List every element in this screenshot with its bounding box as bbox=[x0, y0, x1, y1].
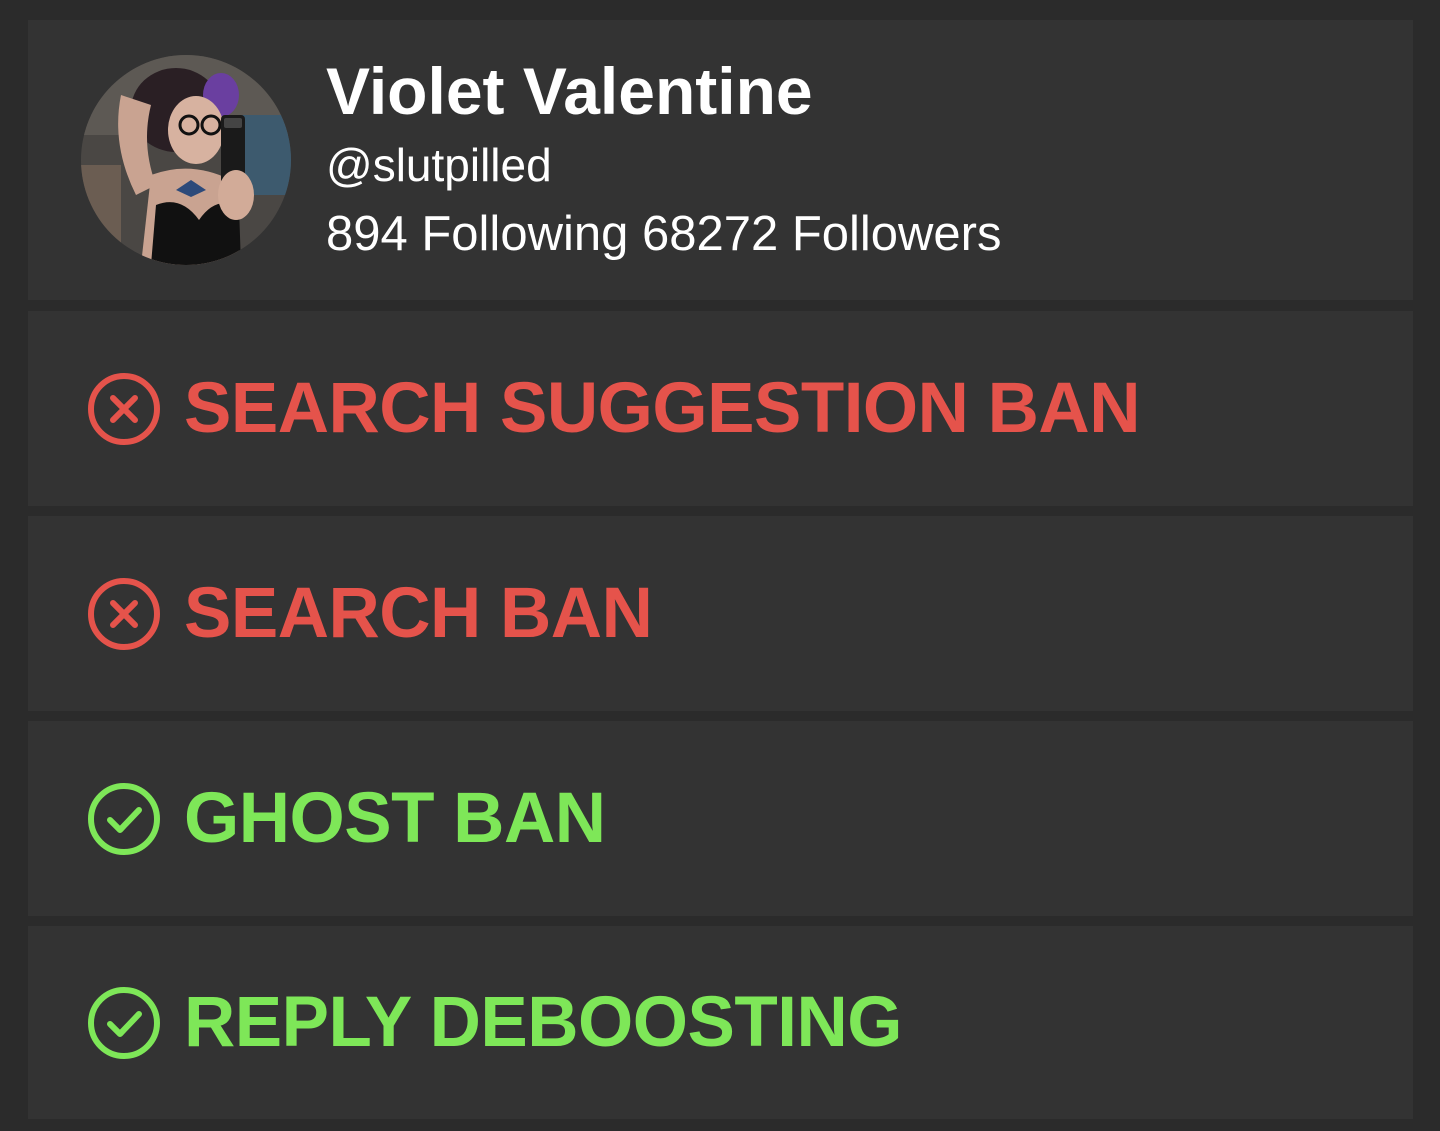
profile-card: Violet Valentine @slutpilled 894 Followi… bbox=[28, 20, 1413, 300]
check-circle-icon bbox=[86, 781, 162, 857]
check-label: REPLY DEBOOSTING bbox=[184, 982, 902, 1062]
profile-follow-stats: 894 Following 68272 Followers bbox=[326, 207, 1002, 261]
x-circle-icon bbox=[86, 576, 162, 652]
check-row-search-suggestion-ban: SEARCH SUGGESTION BAN bbox=[28, 311, 1413, 506]
profile-handle: @slutpilled bbox=[326, 139, 552, 191]
avatar-photo bbox=[81, 55, 291, 265]
check-row-search-ban: SEARCH BAN bbox=[28, 516, 1413, 711]
avatar[interactable] bbox=[81, 55, 291, 265]
check-row-reply-deboosting: REPLY DEBOOSTING bbox=[28, 926, 1413, 1119]
check-row-ghost-ban: GHOST BAN bbox=[28, 721, 1413, 916]
check-label: GHOST BAN bbox=[184, 778, 606, 858]
profile-display-name: Violet Valentine bbox=[326, 54, 813, 128]
check-label: SEARCH SUGGESTION BAN bbox=[184, 368, 1140, 448]
check-label: SEARCH BAN bbox=[184, 573, 653, 653]
x-circle-icon bbox=[86, 371, 162, 447]
check-circle-icon bbox=[86, 985, 162, 1061]
